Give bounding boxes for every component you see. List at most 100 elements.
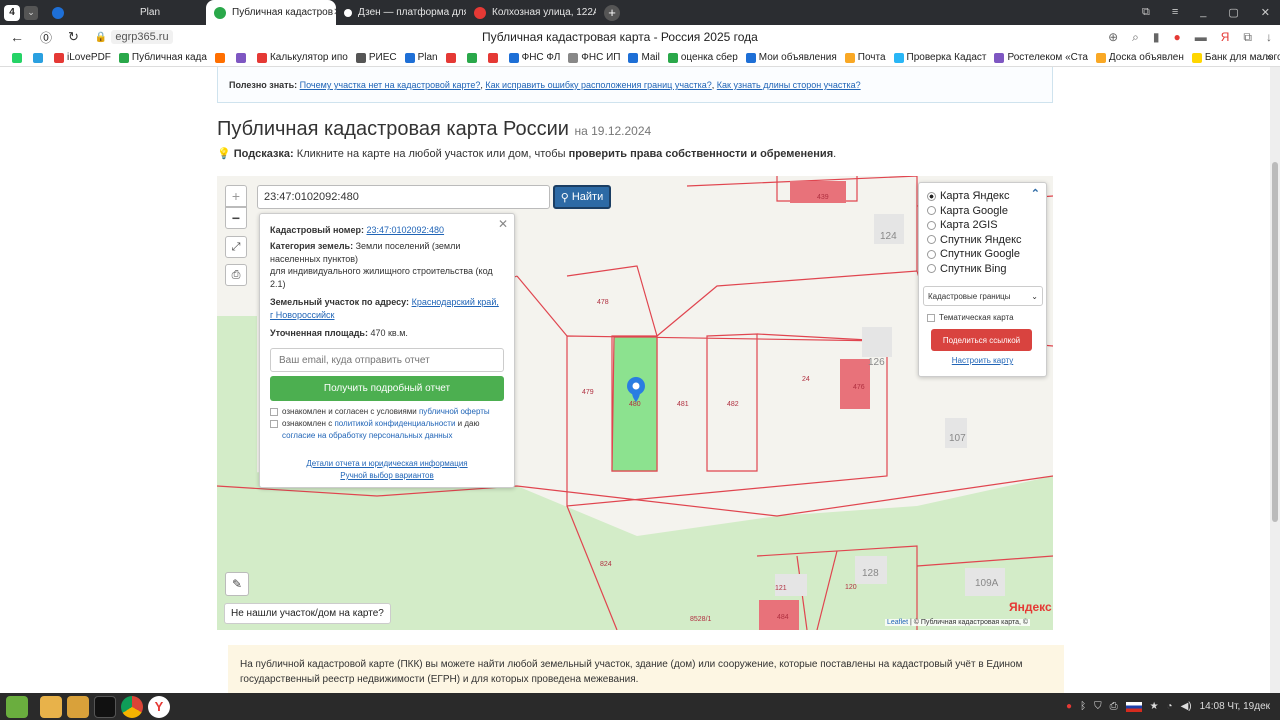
info-link-lengths[interactable]: Как узнать длины сторон участка? bbox=[717, 80, 861, 90]
new-tab-button[interactable]: + bbox=[604, 4, 620, 21]
privacy-checkbox[interactable] bbox=[270, 419, 278, 428]
start-menu-icon[interactable] bbox=[6, 695, 28, 718]
thematic-checkbox[interactable] bbox=[927, 313, 935, 322]
star-icon[interactable]: ★ bbox=[1150, 701, 1159, 712]
yandex-shield-icon[interactable]: ⓪ bbox=[40, 29, 52, 46]
bookmark-item[interactable] bbox=[466, 52, 480, 63]
ruler-icon[interactable]: ✎ bbox=[225, 572, 249, 596]
share-link-button[interactable]: Поделиться ссылкой bbox=[931, 329, 1032, 351]
info-link-fix[interactable]: Как исправить ошибку расположения границ… bbox=[485, 80, 711, 90]
chrome-icon[interactable] bbox=[121, 695, 143, 718]
tab-counter[interactable]: 4 bbox=[4, 4, 20, 21]
bookmark-item[interactable] bbox=[12, 52, 25, 63]
bookmark-item[interactable]: ФНС ИП bbox=[568, 52, 620, 63]
tab-dzen[interactable]: Дзен — платформа для bbox=[336, 0, 466, 25]
print-icon[interactable]: ⎙ bbox=[225, 264, 247, 286]
back-icon[interactable]: ← bbox=[10, 29, 24, 45]
shield-icon[interactable]: ⛉ bbox=[1094, 701, 1102, 712]
pinned-tab-icon[interactable] bbox=[52, 6, 64, 19]
bookmark-item[interactable] bbox=[214, 52, 228, 63]
yandex-browser-icon[interactable]: Y bbox=[148, 695, 170, 718]
privacy-link[interactable]: политикой конфиденциальности bbox=[334, 419, 455, 428]
bookmark-item[interactable]: Почта bbox=[844, 52, 886, 63]
translate-icon[interactable]: ⊕ bbox=[1108, 30, 1118, 45]
base-layer-option[interactable]: Спутник Яндекс bbox=[927, 233, 1038, 248]
zoom-out-button[interactable]: − bbox=[225, 207, 247, 229]
page-scrollbar[interactable] bbox=[1270, 67, 1280, 693]
base-layer-option[interactable]: Спутник Bing bbox=[927, 262, 1038, 277]
collapse-icon[interactable]: ⌃ bbox=[1031, 187, 1040, 200]
bookmark-icon[interactable]: ▮ bbox=[1153, 30, 1160, 45]
wifi-icon[interactable]: ◔ bbox=[1167, 701, 1173, 712]
manual-selection-link[interactable]: Ручной выбор вариантов bbox=[270, 470, 504, 482]
extension-icon[interactable]: ● bbox=[1174, 30, 1181, 45]
cadastral-map[interactable]: 439 478 479 480 481 482 24 476 824 121 1… bbox=[217, 176, 1053, 630]
minimize-icon[interactable]: _ bbox=[1200, 6, 1206, 19]
radio-button[interactable] bbox=[927, 191, 936, 201]
ad-block-icon[interactable]: ▬ bbox=[1195, 30, 1207, 45]
bookmark-item[interactable]: Plan bbox=[404, 52, 438, 63]
bookmark-item[interactable]: Mail bbox=[628, 52, 660, 63]
zoom-icon[interactable]: ⌕ bbox=[1132, 30, 1139, 45]
base-layer-option[interactable]: Карта 2GIS bbox=[927, 218, 1038, 233]
bookmark-item[interactable]: Калькулятор ипо bbox=[256, 52, 348, 63]
fullscreen-icon[interactable]: ⤢ bbox=[225, 236, 247, 258]
base-layer-option[interactable]: Карта Яндекс bbox=[927, 189, 1038, 204]
bookmark-item[interactable]: ФНС ФЛ bbox=[508, 52, 560, 63]
tab-manager-icon[interactable]: ⧉ bbox=[1142, 6, 1150, 19]
cadnum-link[interactable]: 23:47:0102092:480 bbox=[366, 225, 444, 235]
yandex-tray-icon[interactable]: ● bbox=[1066, 701, 1072, 712]
bookmarks-more-icon[interactable]: » bbox=[1266, 52, 1272, 63]
search-button[interactable]: ⚲ Найти bbox=[553, 185, 611, 209]
url-field[interactable]: egrp365.ru bbox=[111, 30, 173, 44]
base-layer-option[interactable]: Карта Google bbox=[927, 204, 1038, 219]
info-link-missing[interactable]: Почему участка нет на кадастровой карте? bbox=[300, 80, 481, 90]
bookmark-item[interactable] bbox=[445, 52, 459, 63]
scrollbar-thumb[interactable] bbox=[1272, 162, 1278, 522]
bookmark-item[interactable] bbox=[33, 52, 46, 63]
menu-icon[interactable]: ≡ bbox=[1172, 6, 1178, 19]
files-icon[interactable] bbox=[40, 695, 62, 718]
cadastral-search-input[interactable] bbox=[257, 185, 550, 209]
bluetooth-icon[interactable]: ᛒ bbox=[1080, 701, 1086, 712]
keyboard-layout-flag-icon[interactable] bbox=[1125, 701, 1142, 712]
bookmark-item[interactable]: Доска объявлен bbox=[1095, 52, 1184, 63]
reload-icon[interactable]: ↻ bbox=[68, 29, 79, 45]
bookmark-item[interactable]: Проверка Кадаст bbox=[893, 52, 986, 63]
tab-kolkhoznaya[interactable]: Колхозная улица, 122А bbox=[466, 0, 596, 25]
layer-select[interactable]: Кадастровые границы ⌄ bbox=[923, 286, 1043, 306]
leaflet-link[interactable]: Leaflet bbox=[887, 619, 908, 626]
configure-map-link[interactable]: Настроить карту bbox=[927, 356, 1038, 365]
radio-button[interactable] bbox=[927, 206, 936, 216]
base-layer-option[interactable]: Спутник Google bbox=[927, 247, 1038, 262]
offer-link[interactable]: публичной оферты bbox=[419, 407, 490, 416]
consent-link[interactable]: согласие на обработку персональных данны… bbox=[282, 431, 452, 440]
bookmark-item[interactable]: Публичная када bbox=[118, 52, 207, 63]
bookmark-item[interactable]: Мои объявления bbox=[745, 52, 837, 63]
email-field[interactable] bbox=[270, 348, 504, 372]
get-report-button[interactable]: Получить подробный отчет bbox=[270, 376, 504, 401]
bookmark-item[interactable]: РИЕС bbox=[355, 52, 397, 63]
tab-plan[interactable]: Plan bbox=[76, 0, 206, 25]
tabs-menu-icon[interactable]: ⌄ bbox=[24, 5, 38, 20]
not-found-button[interactable]: Не нашли участок/дом на карте? bbox=[224, 603, 391, 624]
close-window-icon[interactable]: ✕ bbox=[1261, 6, 1270, 19]
yandex-icon[interactable]: Я bbox=[1221, 30, 1230, 45]
terminal-icon[interactable] bbox=[94, 695, 116, 718]
details-link[interactable]: Детали отчета и юридическая информация bbox=[270, 458, 504, 470]
radio-button[interactable] bbox=[927, 235, 936, 245]
radio-button[interactable] bbox=[927, 249, 936, 259]
bookmark-item[interactable]: оценка сбер bbox=[667, 52, 738, 63]
clock[interactable]: 14:08 Чт, 19дек bbox=[1200, 701, 1270, 712]
zoom-in-button[interactable]: + bbox=[225, 185, 247, 207]
radio-button[interactable] bbox=[927, 264, 936, 274]
volume-icon[interactable]: ◀) bbox=[1181, 701, 1192, 712]
bookmark-item[interactable]: Ростелеком «Ста bbox=[994, 52, 1088, 63]
bookmark-item[interactable] bbox=[235, 52, 249, 63]
download-icon[interactable]: ↓ bbox=[1266, 30, 1272, 45]
close-popup-icon[interactable]: ✕ bbox=[498, 217, 508, 231]
bookmark-item[interactable]: iLovePDF bbox=[54, 52, 111, 63]
radio-button[interactable] bbox=[927, 220, 936, 230]
bookmark-item[interactable] bbox=[487, 52, 501, 63]
restore-icon[interactable]: ▢ bbox=[1228, 6, 1238, 19]
